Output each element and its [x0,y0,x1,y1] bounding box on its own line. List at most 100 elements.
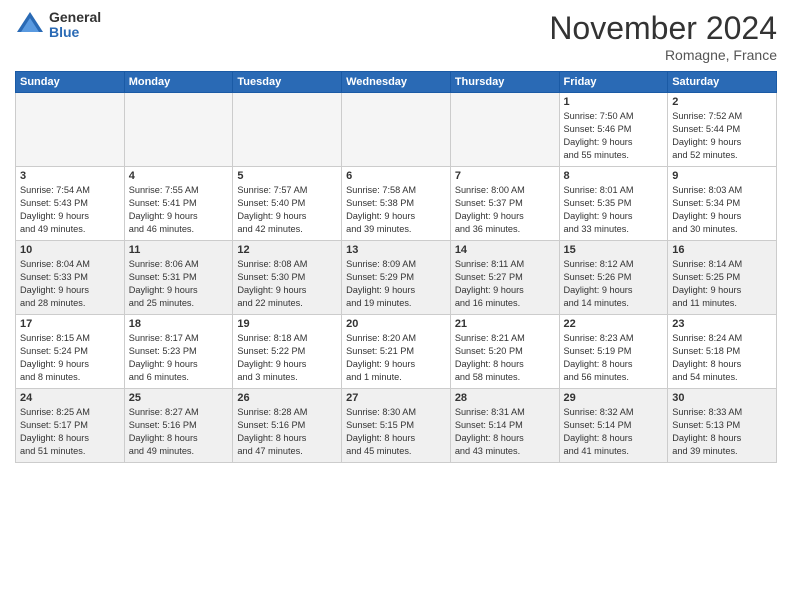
calendar-cell: 9 Sunrise: 8:03 AM Sunset: 5:34 PM Daylig… [668,167,777,241]
day-number: 16 [672,244,772,256]
day-number: 8 [564,170,664,182]
calendar-week-row: 24 Sunrise: 8:25 AM Sunset: 5:17 PM Dayli… [16,389,777,463]
column-header-tuesday: Tuesday [233,72,342,93]
day-number: 1 [564,96,664,108]
day-info: Sunrise: 8:17 AM Sunset: 5:23 PM Dayligh… [129,332,229,384]
day-number: 10 [20,244,120,256]
calendar-cell: 7Sunrise: 8:00 AM Sunset: 5:37 PM Daylig… [450,167,559,241]
column-header-sunday: Sunday [16,72,125,93]
calendar-cell: 30Sunrise: 8:33 AM Sunset: 5:13 PM Dayli… [668,389,777,463]
calendar-cell: 18 Sunrise: 8:17 AM Sunset: 5:23 PM Dayli… [124,315,233,389]
day-info: Sunrise: 8:12 AM Sunset: 5:26 PM Dayligh… [564,258,664,310]
title-block: November 2024 Romagne, France [549,10,777,63]
calendar-week-row: 3Sunrise: 7:54 AM Sunset: 5:43 PM Daylig… [16,167,777,241]
day-number: 5 [237,170,337,182]
day-number: 28 [455,392,555,404]
calendar-cell [233,93,342,167]
day-number: 27 [346,392,446,404]
logo-general-text: General [49,10,101,25]
day-info: Sunrise: 8:27 AM Sunset: 5:16 PM Dayligh… [129,406,229,458]
calendar-cell: 20 Sunrise: 8:20 AM Sunset: 5:21 PM Dayli… [342,315,451,389]
day-info: Sunrise: 8:09 AM Sunset: 5:29 PM Dayligh… [346,258,446,310]
day-number: 12 [237,244,337,256]
day-info: Sunrise: 8:15 AM Sunset: 5:24 PM Dayligh… [20,332,120,384]
day-info: Sunrise: 8:03 AM Sunset: 5:34 PM Dayligh… [672,184,772,236]
calendar-cell: 6 Sunrise: 7:58 AM Sunset: 5:38 PM Daylig… [342,167,451,241]
calendar-week-row: 17 Sunrise: 8:15 AM Sunset: 5:24 PM Dayli… [16,315,777,389]
calendar-cell [342,93,451,167]
calendar-cell: 14 Sunrise: 8:11 AM Sunset: 5:27 PM Dayli… [450,241,559,315]
calendar-cell: 5 Sunrise: 7:57 AM Sunset: 5:40 PM Daylig… [233,167,342,241]
day-number: 18 [129,318,229,330]
day-number: 30 [672,392,772,404]
day-info: Sunrise: 8:18 AM Sunset: 5:22 PM Dayligh… [237,332,337,384]
calendar-cell: 8Sunrise: 8:01 AM Sunset: 5:35 PM Daylig… [559,167,668,241]
calendar-cell: 26Sunrise: 8:28 AM Sunset: 5:16 PM Dayli… [233,389,342,463]
month-title: November 2024 [549,10,777,47]
logo-text: General Blue [49,10,101,41]
day-info: Sunrise: 8:21 AM Sunset: 5:20 PM Dayligh… [455,332,555,384]
day-info: Sunrise: 8:28 AM Sunset: 5:16 PM Dayligh… [237,406,337,458]
day-info: Sunrise: 8:24 AM Sunset: 5:18 PM Dayligh… [672,332,772,384]
calendar-cell: 15 Sunrise: 8:12 AM Sunset: 5:26 PM Dayli… [559,241,668,315]
calendar-cell: 22Sunrise: 8:23 AM Sunset: 5:19 PM Dayli… [559,315,668,389]
day-number: 20 [346,318,446,330]
day-number: 17 [20,318,120,330]
calendar-cell: 19 Sunrise: 8:18 AM Sunset: 5:22 PM Dayli… [233,315,342,389]
day-info: Sunrise: 7:55 AM Sunset: 5:41 PM Dayligh… [129,184,229,236]
calendar-cell [16,93,125,167]
day-number: 4 [129,170,229,182]
day-number: 23 [672,318,772,330]
calendar-cell: 4 Sunrise: 7:55 AM Sunset: 5:41 PM Daylig… [124,167,233,241]
calendar-cell: 17 Sunrise: 8:15 AM Sunset: 5:24 PM Dayli… [16,315,125,389]
column-header-wednesday: Wednesday [342,72,451,93]
day-info: Sunrise: 8:31 AM Sunset: 5:14 PM Dayligh… [455,406,555,458]
day-info: Sunrise: 8:14 AM Sunset: 5:25 PM Dayligh… [672,258,772,310]
calendar-header-row: SundayMondayTuesdayWednesdayThursdayFrid… [16,72,777,93]
day-number: 24 [20,392,120,404]
day-number: 22 [564,318,664,330]
day-number: 19 [237,318,337,330]
day-number: 7 [455,170,555,182]
calendar-cell: 23 Sunrise: 8:24 AM Sunset: 5:18 PM Dayli… [668,315,777,389]
day-number: 15 [564,244,664,256]
calendar-cell: 12Sunrise: 8:08 AM Sunset: 5:30 PM Dayli… [233,241,342,315]
day-number: 13 [346,244,446,256]
day-number: 6 [346,170,446,182]
calendar-cell: 11 Sunrise: 8:06 AM Sunset: 5:31 PM Dayli… [124,241,233,315]
day-info: Sunrise: 7:50 AM Sunset: 5:46 PM Dayligh… [564,110,664,162]
day-info: Sunrise: 8:11 AM Sunset: 5:27 PM Dayligh… [455,258,555,310]
column-header-friday: Friday [559,72,668,93]
calendar-cell: 3Sunrise: 7:54 AM Sunset: 5:43 PM Daylig… [16,167,125,241]
calendar-cell: 29Sunrise: 8:32 AM Sunset: 5:14 PM Dayli… [559,389,668,463]
day-info: Sunrise: 8:06 AM Sunset: 5:31 PM Dayligh… [129,258,229,310]
day-number: 9 [672,170,772,182]
day-info: Sunrise: 7:57 AM Sunset: 5:40 PM Dayligh… [237,184,337,236]
calendar-cell: 24 Sunrise: 8:25 AM Sunset: 5:17 PM Dayli… [16,389,125,463]
day-info: Sunrise: 7:52 AM Sunset: 5:44 PM Dayligh… [672,110,772,162]
day-number: 2 [672,96,772,108]
day-info: Sunrise: 8:04 AM Sunset: 5:33 PM Dayligh… [20,258,120,310]
calendar-cell: 13 Sunrise: 8:09 AM Sunset: 5:29 PM Dayli… [342,241,451,315]
day-number: 14 [455,244,555,256]
day-number: 11 [129,244,229,256]
calendar-cell: 21 Sunrise: 8:21 AM Sunset: 5:20 PM Dayli… [450,315,559,389]
calendar-cell [450,93,559,167]
calendar-table: SundayMondayTuesdayWednesdayThursdayFrid… [15,71,777,463]
day-number: 25 [129,392,229,404]
calendar-week-row: 10 Sunrise: 8:04 AM Sunset: 5:33 PM Dayli… [16,241,777,315]
day-info: Sunrise: 8:25 AM Sunset: 5:17 PM Dayligh… [20,406,120,458]
day-number: 21 [455,318,555,330]
calendar-cell: 16 Sunrise: 8:14 AM Sunset: 5:25 PM Dayli… [668,241,777,315]
calendar-cell: 27 Sunrise: 8:30 AM Sunset: 5:15 PM Dayli… [342,389,451,463]
day-info: Sunrise: 8:20 AM Sunset: 5:21 PM Dayligh… [346,332,446,384]
day-info: Sunrise: 8:30 AM Sunset: 5:15 PM Dayligh… [346,406,446,458]
logo-blue-text: Blue [49,25,101,40]
day-info: Sunrise: 7:54 AM Sunset: 5:43 PM Dayligh… [20,184,120,236]
day-info: Sunrise: 7:58 AM Sunset: 5:38 PM Dayligh… [346,184,446,236]
day-info: Sunrise: 8:32 AM Sunset: 5:14 PM Dayligh… [564,406,664,458]
calendar-cell: 2 Sunrise: 7:52 AM Sunset: 5:44 PM Daylig… [668,93,777,167]
calendar-cell [124,93,233,167]
logo-icon [15,10,45,40]
column-header-monday: Monday [124,72,233,93]
